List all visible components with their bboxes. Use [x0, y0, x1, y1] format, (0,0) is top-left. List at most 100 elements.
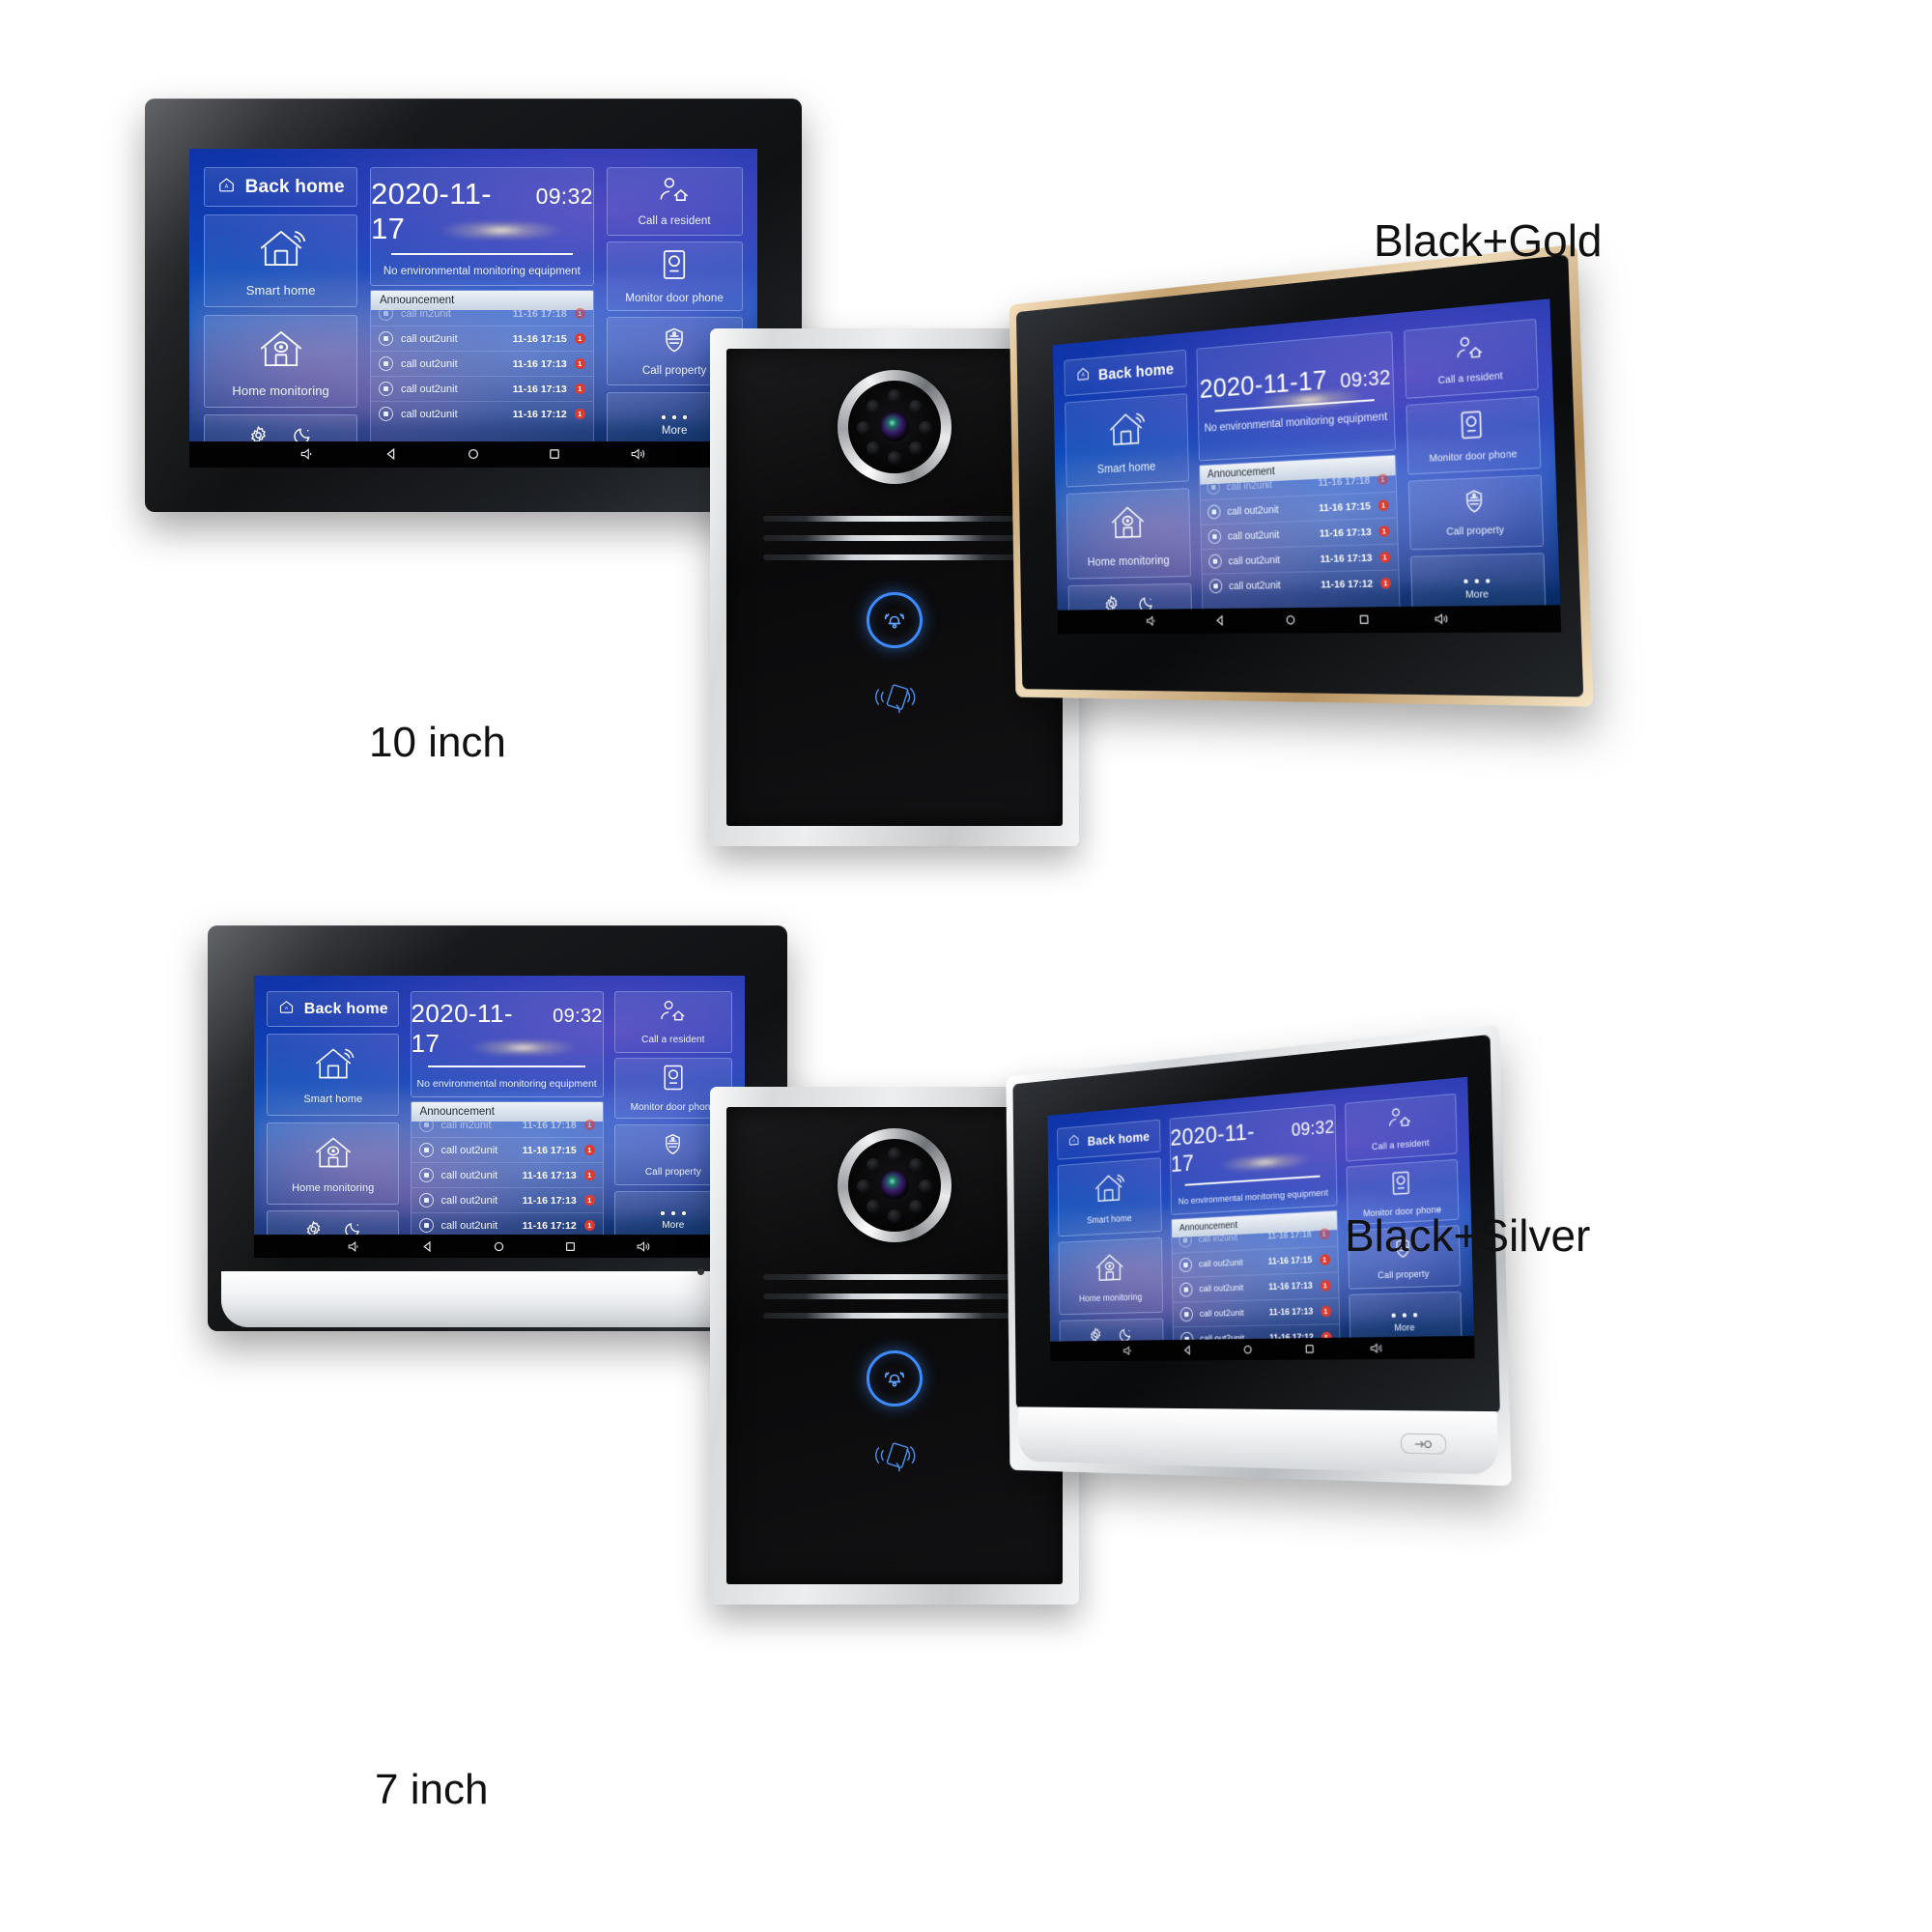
camera-lens-icon — [848, 1139, 941, 1233]
clock-panel: 2020-11-17 09:32 No environmental monito… — [410, 991, 604, 1098]
announcement-row[interactable]: call out2unit 11-16 17:13 1 — [370, 351, 593, 376]
announcement-row[interactable]: call out2unit 11-16 17:13 1 — [370, 376, 593, 401]
volume-down-icon[interactable] — [347, 1240, 362, 1253]
smart-home-wifi-icon — [1092, 1170, 1126, 1211]
recents-square-icon[interactable] — [1357, 613, 1370, 627]
smart-home-tile[interactable]: Smart home — [204, 213, 358, 308]
back-triangle-icon[interactable] — [421, 1240, 434, 1253]
rfid-card-reader-icon[interactable] — [870, 677, 919, 723]
home-circle-icon[interactable] — [493, 1240, 505, 1253]
announcement-row[interactable]: call out2unit 11-16 17:13 1 — [411, 1187, 603, 1212]
announcement-time: 11-16 17:13 — [522, 1194, 577, 1207]
announcement-row[interactable]: call out2unit 11-16 17:13 1 — [411, 1162, 603, 1187]
android-navigation-bar[interactable] — [189, 440, 757, 468]
call-record-icon — [378, 382, 393, 397]
announcement-row[interactable]: call out2unit 11-16 17:15 1 — [370, 326, 593, 351]
home-monitoring-tile[interactable]: Home monitoring — [1058, 1236, 1164, 1315]
rfid-card-reader-icon[interactable] — [870, 1435, 919, 1481]
monitor-door-phone-tile[interactable]: Monitor door phone — [1406, 396, 1541, 475]
home-circle-icon[interactable] — [1285, 614, 1296, 627]
back-triangle-icon[interactable] — [1182, 1345, 1193, 1356]
announcement-list[interactable]: call in2unit 11-16 17:18 1 call out2unit… — [411, 1113, 603, 1237]
smart-home-tile[interactable]: Smart home — [1057, 1157, 1163, 1237]
volume-up-icon[interactable] — [636, 1240, 652, 1253]
intercom-home-ui: A Back home Smart home Home monitoring 2… — [189, 149, 757, 468]
smart-home-tile[interactable]: Smart home — [267, 1033, 400, 1117]
announcement-row[interactable]: call out2unit 11-16 17:13 1 — [1173, 1296, 1339, 1326]
caption-black-silver: Black+Silver — [1345, 1210, 1591, 1261]
home-monitoring-tile[interactable]: Home monitoring — [267, 1122, 400, 1206]
android-navigation-bar[interactable] — [254, 1235, 745, 1258]
recents-square-icon[interactable] — [548, 447, 561, 461]
monitor-10-inch-gold: A Back home Smart home Home monitoring 2… — [1009, 243, 1594, 707]
recents-square-icon[interactable] — [1304, 1343, 1316, 1354]
unlock-button[interactable] — [1400, 1433, 1447, 1455]
call-record-icon — [418, 1143, 434, 1158]
home-a-icon: A — [278, 999, 295, 1020]
smart-home-label: Smart home — [245, 282, 316, 298]
ui-right-column: Call a resident Monitor door phone Call … — [1397, 298, 1561, 633]
monitor-door-phone-tile[interactable]: Monitor door phone — [606, 242, 743, 311]
call-a-resident-label: Call a resident — [638, 215, 711, 228]
ellipsis-icon — [1391, 1313, 1418, 1319]
announcement-list[interactable]: call in2unit 11-16 17:18 1 call out2unit… — [370, 301, 593, 426]
doorbell-button-icon[interactable] — [867, 1350, 923, 1407]
more-label: More — [661, 425, 688, 438]
recents-square-icon[interactable] — [564, 1240, 577, 1253]
volume-down-icon[interactable] — [299, 447, 316, 461]
monitor-10-inch-front: A Back home Smart home Home monitoring 2… — [145, 99, 802, 512]
back-triangle-icon[interactable] — [1214, 614, 1226, 627]
unread-badge: 1 — [583, 1170, 595, 1181]
call-a-resident-tile[interactable]: Call a resident — [1344, 1094, 1458, 1162]
announcement-row[interactable]: call out2unit 11-16 17:15 1 — [411, 1137, 603, 1162]
clock-panel: 2020-11-17 09:32 No environmental monito… — [1196, 330, 1396, 462]
call-record-icon — [378, 356, 393, 372]
announcement-row[interactable]: call in2unit 11-16 17:18 1 — [371, 301, 593, 326]
back-home-button[interactable]: A Back home — [267, 991, 400, 1028]
volume-up-icon[interactable] — [1434, 612, 1451, 626]
back-home-button[interactable]: A Back home — [204, 166, 358, 208]
unread-badge: 1 — [1379, 552, 1391, 563]
call-property-label: Call property — [641, 365, 707, 378]
call-a-resident-tile[interactable]: Call a resident — [613, 991, 732, 1053]
unread-badge: 1 — [1320, 1279, 1331, 1292]
announcement-row[interactable]: call out2unit 11-16 17:13 1 — [1172, 1270, 1339, 1302]
product-image-canvas: A Back home Smart home Home monitoring 2… — [0, 0, 1932, 1932]
announcement-row[interactable]: call out2unit 11-16 17:12 1 — [1202, 569, 1400, 599]
announcement-time: 11-16 17:18 — [1267, 1229, 1312, 1241]
call-record-icon — [1179, 1257, 1192, 1272]
announcement-row[interactable]: call in2unit 11-16 17:18 1 — [412, 1113, 603, 1137]
back-home-button[interactable]: A Back home — [1057, 1119, 1161, 1160]
call-record-icon — [1179, 1282, 1193, 1297]
announcement-name: call in2unit — [1226, 478, 1273, 493]
smart-home-tile[interactable]: Smart home — [1065, 393, 1189, 488]
announcement-time: 11-16 17:12 — [522, 1219, 577, 1232]
home-monitoring-label: Home monitoring — [232, 383, 329, 398]
call-a-resident-tile[interactable]: Call a resident — [606, 166, 743, 237]
more-tile[interactable]: More — [1349, 1292, 1463, 1354]
ui-left-column: A Back home Smart home Home monitoring — [254, 976, 405, 1258]
home-monitoring-tile[interactable]: Home monitoring — [204, 314, 358, 409]
announcement-name: call out2unit — [400, 383, 458, 395]
more-tile[interactable]: More — [1410, 553, 1547, 627]
announcement-list[interactable]: call in2unit 11-16 17:18 1 call out2unit… — [1200, 467, 1400, 599]
volume-down-icon[interactable] — [1122, 1345, 1134, 1356]
home-monitoring-label: Home monitoring — [1079, 1293, 1143, 1305]
announcement-name: call out2unit — [1198, 1257, 1243, 1270]
announcement-row[interactable]: call out2unit 11-16 17:13 1 — [1201, 543, 1399, 574]
home-circle-icon[interactable] — [467, 447, 480, 461]
back-home-button[interactable]: A Back home — [1064, 349, 1187, 397]
doorbell-button-icon[interactable] — [867, 592, 923, 649]
announcement-time: 11-16 17:15 — [1267, 1254, 1313, 1266]
volume-up-icon[interactable] — [630, 447, 647, 461]
announcement-time: 11-16 17:12 — [1321, 577, 1374, 591]
home-monitoring-tile[interactable]: Home monitoring — [1066, 488, 1191, 580]
announcement-row[interactable]: call out2unit 11-16 17:12 1 — [370, 401, 593, 426]
volume-down-icon[interactable] — [1145, 615, 1158, 628]
volume-up-icon[interactable] — [1369, 1342, 1384, 1354]
announcement-name: call in2unit — [400, 307, 451, 320]
announcement-name: call out2unit — [1229, 579, 1281, 592]
call-record-icon — [418, 1168, 434, 1183]
back-triangle-icon[interactable] — [384, 447, 398, 461]
call-record-icon — [1207, 479, 1220, 496]
